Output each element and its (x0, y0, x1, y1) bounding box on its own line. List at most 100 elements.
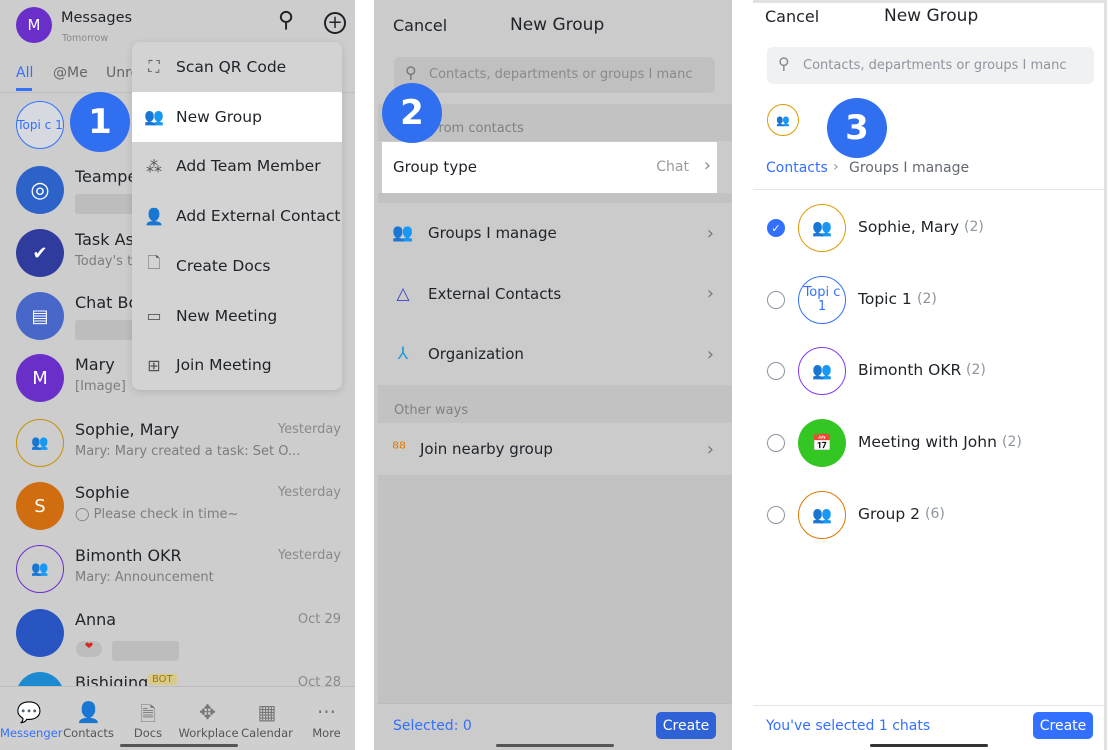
search-icon: ⚲ (405, 63, 417, 82)
member-count: (6) (925, 505, 945, 522)
nav-more[interactable]: ··· More (298, 700, 356, 740)
chat-avatar: ◎ (16, 166, 64, 214)
member-count: (2) (917, 290, 937, 307)
quick-action-menu: ⛶ Scan QR Code 👥 New Group ⁂ Add Team Member 👤… (132, 42, 342, 390)
menu-item-add-team-member[interactable]: ⁂ Add Team Member (132, 141, 342, 191)
tab-me[interactable]: @Me (53, 65, 88, 81)
menu-item-scan-qr-code[interactable]: ⛶ Scan QR Code (132, 42, 342, 92)
menu-item-add-external-contact[interactable]: 👤 Add External Contact (132, 191, 342, 241)
search-icon: ⚲ (778, 54, 790, 73)
chat-avatar: ▤ (16, 292, 64, 340)
selected-count: You've selected 1 chats (766, 718, 931, 734)
nav-label: Contacts (63, 726, 114, 740)
group-type-row[interactable]: Group type Chat › (382, 142, 717, 193)
join-meeting-icon: ⊞ (147, 355, 161, 375)
select-checkbox[interactable] (767, 434, 785, 453)
group-row[interactable]: ✓ 👥 Sophie, Mary (2) (753, 200, 1104, 256)
join-nearby-group-row[interactable]: ⁸⁸ Join nearby group › (378, 423, 732, 475)
breadcrumb-contacts[interactable]: Contacts (766, 160, 828, 176)
add-contact-icon: 👤 (144, 206, 164, 226)
menu-item-new-meeting[interactable]: ▭ New Meeting (132, 291, 342, 341)
user-avatar[interactable]: M (16, 7, 52, 43)
menu-item-create-docs[interactable]: 🗋 Create Docs (132, 241, 342, 291)
cancel-button[interactable]: Cancel (765, 7, 819, 26)
nav-workplace[interactable]: ✥ Workplace (179, 700, 239, 740)
menu-item-label: Create Docs (176, 256, 271, 275)
group-avatar: 👥 (798, 490, 846, 539)
chat-list-item[interactable]: 👥 Sophie, Mary Yesterday Mary: Mary created… (0, 419, 355, 479)
search-input[interactable]: ⚲ Contacts, departments or groups I manc (394, 57, 715, 93)
chat-avatar: S (16, 482, 64, 530)
menu-item-join-meeting[interactable]: ⊞ Join Meeting (132, 340, 342, 390)
plus-icon[interactable]: + (324, 12, 346, 34)
group-row[interactable]: 👥 Bimonth OKR (2) (753, 343, 1104, 399)
menu-item-label: Join Meeting (176, 356, 272, 375)
chat-list-item[interactable]: 👥 Bimonth OKR Yesterday Mary: Announcement (0, 545, 355, 605)
menu-item-new-group[interactable]: 👥 New Group (132, 91, 342, 142)
group-row[interactable]: 👥 Group 2 (6) (753, 487, 1104, 543)
group-row[interactable]: 📅 Meeting with John (2) (753, 415, 1104, 471)
group-name: Bimonth OKR (858, 361, 962, 380)
selected-chip-avatar[interactable]: 👥 (767, 104, 799, 136)
select-checkbox[interactable]: ✓ (767, 219, 785, 237)
redacted-text (75, 320, 135, 340)
contacts-icon: 👤 (76, 700, 101, 724)
bot-badge: BOT (148, 674, 177, 685)
chat-preview: Mary: Announcement (75, 570, 214, 585)
group-row[interactable]: Topi c 1 Topic 1 (2) (753, 272, 1104, 328)
group-name: Meeting with John (858, 433, 997, 452)
group-avatar: 📅 (798, 419, 846, 468)
nav-label: More (312, 726, 341, 740)
page-title: New Group (510, 15, 605, 35)
chevron-right-icon: › (706, 438, 714, 460)
group-name: Sophie, Mary (858, 218, 960, 236)
video-icon: ▭ (146, 306, 162, 325)
selected-count: Selected: 0 (393, 718, 472, 734)
menu-item-label: Scan QR Code (176, 58, 287, 76)
nearby-group-icon: ⁸⁸ (392, 439, 406, 459)
add-team-member-icon: ⁂ (146, 156, 162, 176)
source-row-groups-i-manage[interactable]: 👥 Groups I manage › (378, 204, 732, 262)
chat-name: Sophie (75, 483, 130, 502)
chat-name: Bimonth OKR (75, 546, 182, 565)
source-row-external-contacts[interactable]: △ External Contacts › (378, 265, 732, 323)
more-icon: ··· (316, 700, 337, 724)
chat-avatar (16, 609, 64, 657)
chat-preview: Mary: Mary created a task: Set O... (75, 444, 301, 459)
select-checkbox[interactable] (767, 290, 785, 309)
nav-messenger[interactable]: 💬 Messenger (0, 700, 62, 740)
chat-list-item[interactable]: S Sophie Yesterday ◯ Please check in time~ (0, 482, 355, 542)
groups-i-manage-screen: Cancel New Group ⚲ Contacts, departments… (753, 0, 1107, 750)
row-label: External Contacts (428, 284, 562, 303)
cancel-button[interactable]: Cancel (393, 16, 447, 35)
chat-list-item[interactable]: Anna Oct 29 ❤ (0, 609, 355, 669)
select-checkbox[interactable] (767, 505, 785, 524)
tab-all[interactable]: All (16, 65, 33, 81)
breadcrumb-separator-icon: › (833, 159, 839, 175)
search-input[interactable]: ⚲ Contacts, departments or groups I manc (767, 47, 1094, 84)
chat-preview: Today's t (75, 254, 133, 269)
nav-contacts[interactable]: 👤 Contacts (60, 700, 118, 740)
chat-name: Mary (75, 355, 115, 374)
new-group-icon: 👥 (144, 107, 164, 127)
search-icon[interactable]: ⚲ (278, 8, 294, 33)
select-checkbox[interactable] (767, 362, 785, 381)
chat-avatar: 👥 (16, 545, 64, 593)
source-row-organization[interactable]: ⅄ Organization › (378, 325, 732, 383)
chat-preview: ◯ Please check in time~ (75, 507, 239, 522)
redacted-text (75, 194, 135, 214)
chat-time: Yesterday (277, 548, 341, 563)
nav-label: Calendar (241, 726, 293, 740)
create-button[interactable]: Create (656, 712, 716, 739)
create-button[interactable]: Create (1033, 712, 1093, 739)
scan-icon: ⛶ (148, 57, 160, 76)
breadcrumb-current: Groups I manage (849, 160, 970, 176)
heart-reaction: ❤ (76, 641, 102, 657)
nav-docs[interactable]: 🗎 Docs (119, 700, 177, 740)
chat-preview: [Image] (75, 379, 126, 394)
nav-label: Messenger (0, 726, 63, 740)
group-type-value: Chat (656, 159, 689, 175)
chat-avatar: 👥 (16, 419, 64, 467)
nav-calendar[interactable]: ▦ Calendar (238, 700, 296, 740)
chat-name: Anna (75, 610, 117, 629)
